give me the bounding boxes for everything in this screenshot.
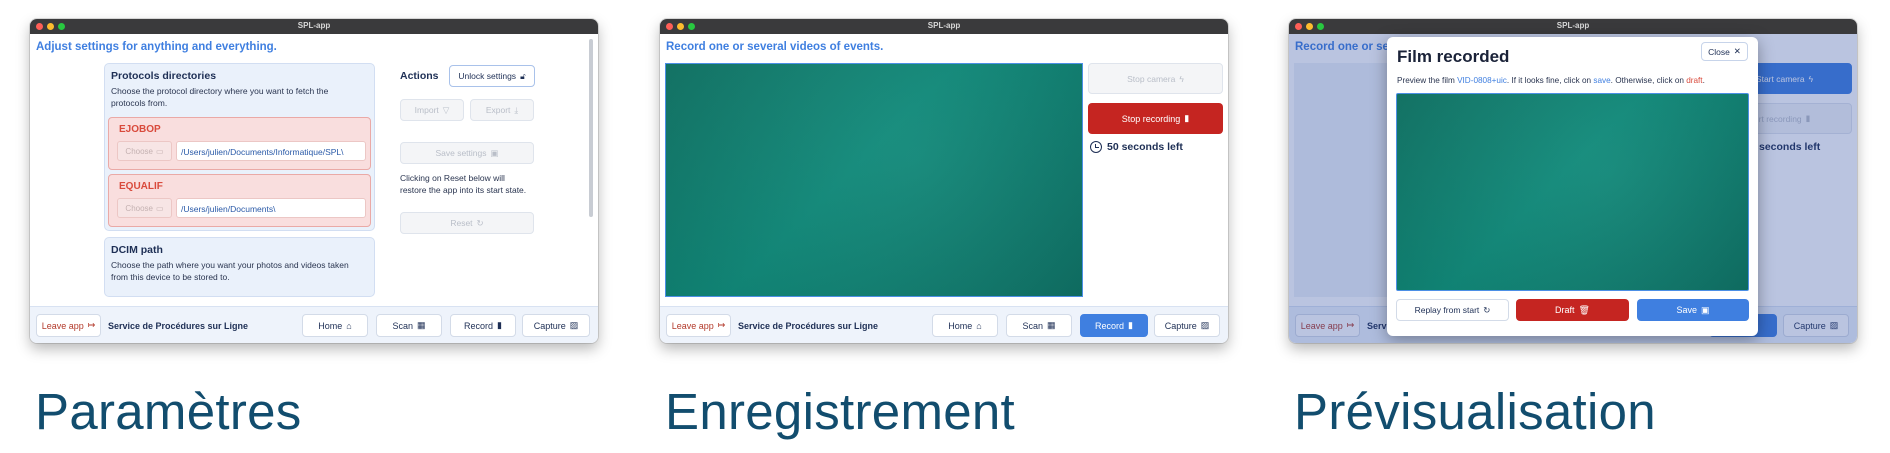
bolt-icon: ϟ — [1179, 73, 1184, 84]
home-button[interactable]: Home ⌂ — [932, 314, 998, 337]
dcim-description: Choose the path where you want your phot… — [111, 260, 349, 282]
recording-panel: SPL-app Record one or several videos of … — [660, 0, 1257, 453]
draft-button[interactable]: Draft 🗑︎ — [1516, 299, 1629, 321]
download-icon: ⤓ — [514, 104, 519, 115]
service-name: Service de Procédures sur Ligne — [738, 321, 879, 331]
path-field[interactable]: /Users/julien/Documents\ — [176, 198, 366, 218]
capture-button[interactable]: Capture ▨ — [1154, 314, 1220, 337]
dcim-title: DCIM path — [111, 244, 163, 256]
close-button[interactable]: Close ✕ — [1701, 42, 1748, 61]
qr-icon: ▦ — [1047, 320, 1056, 330]
footer-bar: Leave app ↦ Service de Procédures sur Lig… — [30, 306, 598, 343]
record-button[interactable]: Record ▮ — [450, 314, 516, 337]
export-button[interactable]: Export ⤓ — [470, 99, 534, 121]
window-title: SPL-app — [1556, 21, 1590, 30]
preview-window: SPL-app Record one or sev Start camera ϟ … — [1289, 19, 1857, 343]
protocol-name: EJOBOP — [119, 124, 161, 135]
logout-icon: ↦ — [717, 320, 726, 330]
filter-icon: ▽ — [442, 104, 450, 115]
refresh-icon: ↻ — [1483, 304, 1491, 315]
save-settings-button[interactable]: Save settings ▣ — [400, 142, 534, 164]
protocols-description: Choose the protocol directory where you … — [111, 86, 329, 108]
caption-recording: Enregistrement — [665, 383, 1016, 440]
settings-panel: SPL-app Adjust settings for anything and… — [30, 0, 627, 453]
page-heading: Record one or several videos of events. — [666, 41, 884, 53]
image-icon: ▨ — [569, 320, 579, 330]
settings-window: SPL-app Adjust settings for anything and… — [30, 19, 598, 343]
path-field[interactable]: /Users/julien/Documents/Informatique/SPL… — [176, 141, 366, 161]
home-button[interactable]: Home ⌂ — [302, 314, 368, 337]
title-bar: SPL-app — [30, 19, 598, 34]
dcim-section: DCIM path Choose the path where you want… — [104, 237, 375, 297]
caption-settings: Paramètres — [35, 383, 302, 440]
save-icon: ▣ — [1701, 304, 1710, 315]
leave-app-button[interactable]: Leave app ↦ — [666, 314, 731, 337]
film-preview[interactable] — [1396, 93, 1749, 291]
title-bar: SPL-app — [1289, 19, 1857, 34]
record-button[interactable]: Record ▮ — [1080, 314, 1148, 337]
choose-button[interactable]: Choose ▭ — [117, 198, 172, 218]
logout-icon: ↦ — [87, 320, 96, 330]
refresh-icon: ↻ — [476, 217, 484, 228]
unlock-settings-button[interactable]: Unlock settings 🔓︎ — [449, 65, 535, 87]
dialog-title: Film recorded — [1397, 47, 1510, 66]
home-icon: ⌂ — [976, 320, 982, 331]
service-name: Service de Procédures sur Ligne — [108, 321, 249, 331]
import-button[interactable]: Import ▽ — [400, 99, 464, 121]
film-recorded-dialog: Film recorded Close ✕ Preview the film VI… — [1387, 37, 1758, 336]
dialog-description: Preview the film VID-0808+uic. If it loo… — [1397, 76, 1705, 85]
lock-icon: 🔓︎ — [520, 70, 526, 81]
save-icon: ▣ — [490, 147, 499, 158]
scan-button[interactable]: Scan ▦ — [1006, 314, 1072, 337]
film-icon: ▮ — [1128, 320, 1133, 330]
image-icon: ▨ — [1200, 320, 1210, 330]
film-id: VID-0808+uic — [1457, 76, 1507, 85]
qr-icon: ▦ — [417, 320, 426, 330]
page-heading: Adjust settings for anything and everyth… — [36, 41, 277, 53]
film-icon: ▮ — [497, 320, 502, 330]
close-icon: ✕ — [1733, 46, 1741, 56]
preview-panel: SPL-app Record one or sev Start camera ϟ … — [1289, 0, 1886, 453]
title-bar: SPL-app — [660, 19, 1228, 34]
video-preview — [665, 63, 1083, 297]
stop-camera-button[interactable]: Stop camera ϟ — [1088, 63, 1223, 94]
save-button[interactable]: Save ▣ — [1637, 299, 1749, 321]
leave-app-button[interactable]: Leave app ↦ — [36, 314, 101, 337]
protocols-section: Protocols directories Choose the protoco… — [104, 63, 375, 231]
protocol-entry: EJOBOP Choose ▭ /Users/julien/Documents/I… — [108, 117, 371, 170]
home-icon: ⌂ — [346, 320, 352, 331]
window-title: SPL-app — [297, 21, 331, 30]
stop-recording-button[interactable]: Stop recording ▮ — [1088, 103, 1223, 134]
capture-button[interactable]: Capture ▨ — [522, 314, 590, 337]
scrollbar[interactable] — [589, 39, 593, 217]
clock-icon — [1090, 141, 1102, 153]
reset-button[interactable]: Reset ↻ — [400, 212, 534, 234]
caption-preview: Prévisualisation — [1294, 383, 1656, 440]
protocol-entry: EQUALIF Choose ▭ /Users/julien/Documents\ — [108, 174, 371, 227]
recording-window: SPL-app Record one or several videos of … — [660, 19, 1228, 343]
window-title: SPL-app — [927, 21, 961, 30]
scan-button[interactable]: Scan ▦ — [376, 314, 442, 337]
replay-button[interactable]: Replay from start ↻ — [1396, 299, 1509, 321]
folder-icon: ▭ — [156, 146, 164, 156]
footer-bar: Leave app ↦ Service de Procédures sur Lig… — [660, 306, 1228, 343]
film-icon: ▮ — [1184, 113, 1190, 123]
folder-icon: ▭ — [156, 203, 164, 213]
reset-description: Clicking on Reset below will restore the… — [400, 173, 527, 195]
trash-icon: 🗑︎ — [1578, 304, 1590, 315]
choose-button[interactable]: Choose ▭ — [117, 141, 172, 161]
countdown: 50 seconds left — [1090, 141, 1183, 153]
protocols-title: Protocols directories — [111, 70, 217, 82]
protocol-name: EQUALIF — [119, 181, 163, 192]
actions-title: Actions — [400, 70, 439, 82]
